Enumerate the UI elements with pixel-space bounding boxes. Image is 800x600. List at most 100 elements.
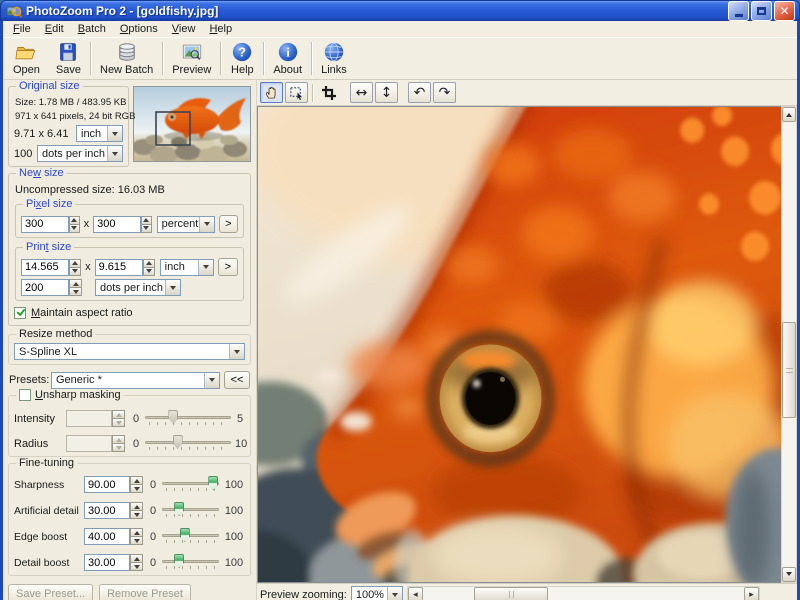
combo-arrow-icon[interactable] [165, 280, 180, 295]
remove-preset-button[interactable]: Remove Preset [99, 584, 191, 600]
artificial-detail-spinner[interactable] [130, 502, 143, 519]
rotate-ccw-button[interactable]: ↶ [408, 82, 431, 103]
horizontal-scroll-track[interactable] [423, 587, 744, 600]
links-button[interactable]: Links [313, 39, 355, 78]
scroll-right-button[interactable]: ▸ [744, 587, 759, 600]
sharpness-spinner[interactable] [130, 476, 143, 493]
pixel-height-input[interactable] [93, 215, 142, 233]
detail-boost-spinner[interactable] [130, 554, 143, 571]
preview-zoom-combo[interactable]: 100% [350, 586, 403, 600]
maintain-aspect-checkbox[interactable] [14, 307, 26, 319]
artificial-detail-input[interactable] [84, 502, 130, 519]
print-apply-button[interactable]: > [217, 258, 239, 276]
save-button[interactable]: Save [48, 39, 89, 78]
print-width-input[interactable] [21, 258, 69, 276]
combo-arrow-icon[interactable] [107, 146, 122, 161]
save-preset-button[interactable]: Save Preset... [8, 584, 94, 600]
menu-batch[interactable]: Batch [71, 22, 113, 36]
maximize-button[interactable] [751, 1, 772, 21]
goldfish-eye [425, 329, 556, 467]
horizontal-scrollbar[interactable]: ◂ ▸ [406, 586, 760, 600]
intensity-input[interactable] [66, 410, 112, 427]
title-bar[interactable]: PhotoZoom Pro 2 - [goldfishy.jpg] ✕ [0, 0, 800, 21]
menu-options[interactable]: Options [113, 22, 165, 36]
scroll-up-button[interactable] [782, 107, 796, 122]
print-dpi-unit-combo[interactable]: dots per inch [95, 279, 181, 296]
print-dpi-spinner[interactable] [69, 279, 82, 296]
open-folder-icon [15, 47, 36, 60]
collapse-panel-button[interactable]: << [224, 371, 250, 389]
presets-combo[interactable]: Generic * [51, 371, 220, 389]
vertical-scroll-track[interactable] [782, 122, 796, 567]
print-width-spinner[interactable] [69, 258, 82, 276]
main-toolbar: Open Save New Batch Preview ? Help i Abo… [3, 38, 797, 80]
vertical-scroll-thumb[interactable] [782, 322, 796, 419]
combo-arrow-icon[interactable] [197, 259, 213, 275]
scroll-down-button[interactable] [782, 567, 796, 582]
combo-arrow-icon[interactable] [198, 216, 214, 232]
select-tool-button[interactable] [285, 82, 308, 103]
detail-boost-slider[interactable] [162, 554, 219, 571]
scroll-left-button[interactable]: ◂ [407, 587, 423, 600]
combo-arrow-icon[interactable] [204, 372, 219, 388]
about-button[interactable]: i About [265, 39, 310, 78]
combo-arrow-icon[interactable] [386, 587, 402, 600]
about-label: About [273, 64, 303, 76]
minimize-button[interactable] [728, 1, 749, 21]
preview-button[interactable]: Preview [164, 39, 219, 78]
new-batch-button[interactable]: New Batch [92, 39, 161, 78]
flip-horizontal-button[interactable]: ↔ [350, 82, 373, 103]
radius-spinner[interactable] [112, 435, 125, 452]
sharpness-input[interactable] [84, 476, 130, 493]
radius-max: 10 [235, 437, 248, 450]
pixel-unit-combo[interactable]: percent [156, 215, 215, 233]
horizontal-scroll-thumb[interactable] [474, 587, 549, 600]
intensity-slider[interactable] [145, 410, 231, 427]
menu-edit[interactable]: Edit [38, 22, 71, 36]
print-unit-combo[interactable]: inch [159, 258, 214, 276]
crop-tool-button[interactable] [317, 82, 340, 103]
menu-view[interactable]: View [165, 22, 203, 36]
rotate-cw-button[interactable]: ↷ [433, 82, 456, 103]
pixel-width-spinner[interactable] [69, 215, 80, 233]
original-dpi: 100 [14, 147, 33, 160]
combo-arrow-icon[interactable] [107, 126, 122, 141]
combo-arrow-icon[interactable] [229, 344, 244, 359]
print-dpi-input[interactable] [21, 279, 69, 296]
artificial-detail-slider[interactable] [162, 502, 219, 519]
open-button[interactable]: Open [5, 39, 48, 78]
edge-boost-spinner[interactable] [130, 528, 143, 545]
menu-file[interactable]: File [6, 22, 38, 36]
edge-boost-slider[interactable] [162, 528, 219, 545]
pan-tool-button[interactable] [260, 82, 283, 103]
detail-boost-input[interactable] [84, 554, 130, 571]
window-title: PhotoZoom Pro 2 - [goldfishy.jpg] [26, 4, 219, 18]
resize-method-combo[interactable]: S-Spline XL [14, 343, 245, 360]
fine-tuning-group: Fine-tuning Sharpness 0 100 Artific [8, 457, 251, 576]
print-height-input[interactable] [94, 258, 143, 276]
pixel-height-spinner[interactable] [141, 215, 152, 233]
print-size-group: Print size x inch > [15, 241, 244, 301]
app-window: PhotoZoom Pro 2 - [goldfishy.jpg] ✕ File… [0, 0, 800, 600]
intensity-spinner[interactable] [112, 410, 125, 427]
new-size-caption: New size [16, 167, 67, 179]
pixel-width-input[interactable] [21, 215, 69, 233]
pixel-size-group: Pixel size x percent > [15, 198, 244, 238]
image-navigator-thumbnail[interactable] [133, 86, 251, 162]
radius-input[interactable] [66, 435, 112, 452]
preview-canvas[interactable] [257, 106, 781, 583]
original-unit-combo[interactable]: inch [76, 125, 123, 142]
menu-help[interactable]: Help [202, 22, 239, 36]
radius-slider[interactable] [145, 435, 231, 452]
unsharp-masking-group: Unsharp masking Intensity 0 5 Radius 0 1… [8, 389, 251, 457]
pixel-apply-button[interactable]: > [218, 215, 238, 233]
help-button[interactable]: ? Help [222, 39, 262, 78]
close-button[interactable]: ✕ [774, 1, 795, 21]
vertical-scrollbar[interactable] [781, 106, 797, 583]
original-dpi-unit-combo[interactable]: dots per inch [37, 145, 123, 162]
edge-boost-input[interactable] [84, 528, 130, 545]
sharpness-slider[interactable] [162, 476, 219, 493]
flip-vertical-button[interactable]: ↕ [375, 82, 398, 103]
unsharp-masking-checkbox[interactable] [19, 389, 31, 401]
print-height-spinner[interactable] [142, 258, 155, 276]
